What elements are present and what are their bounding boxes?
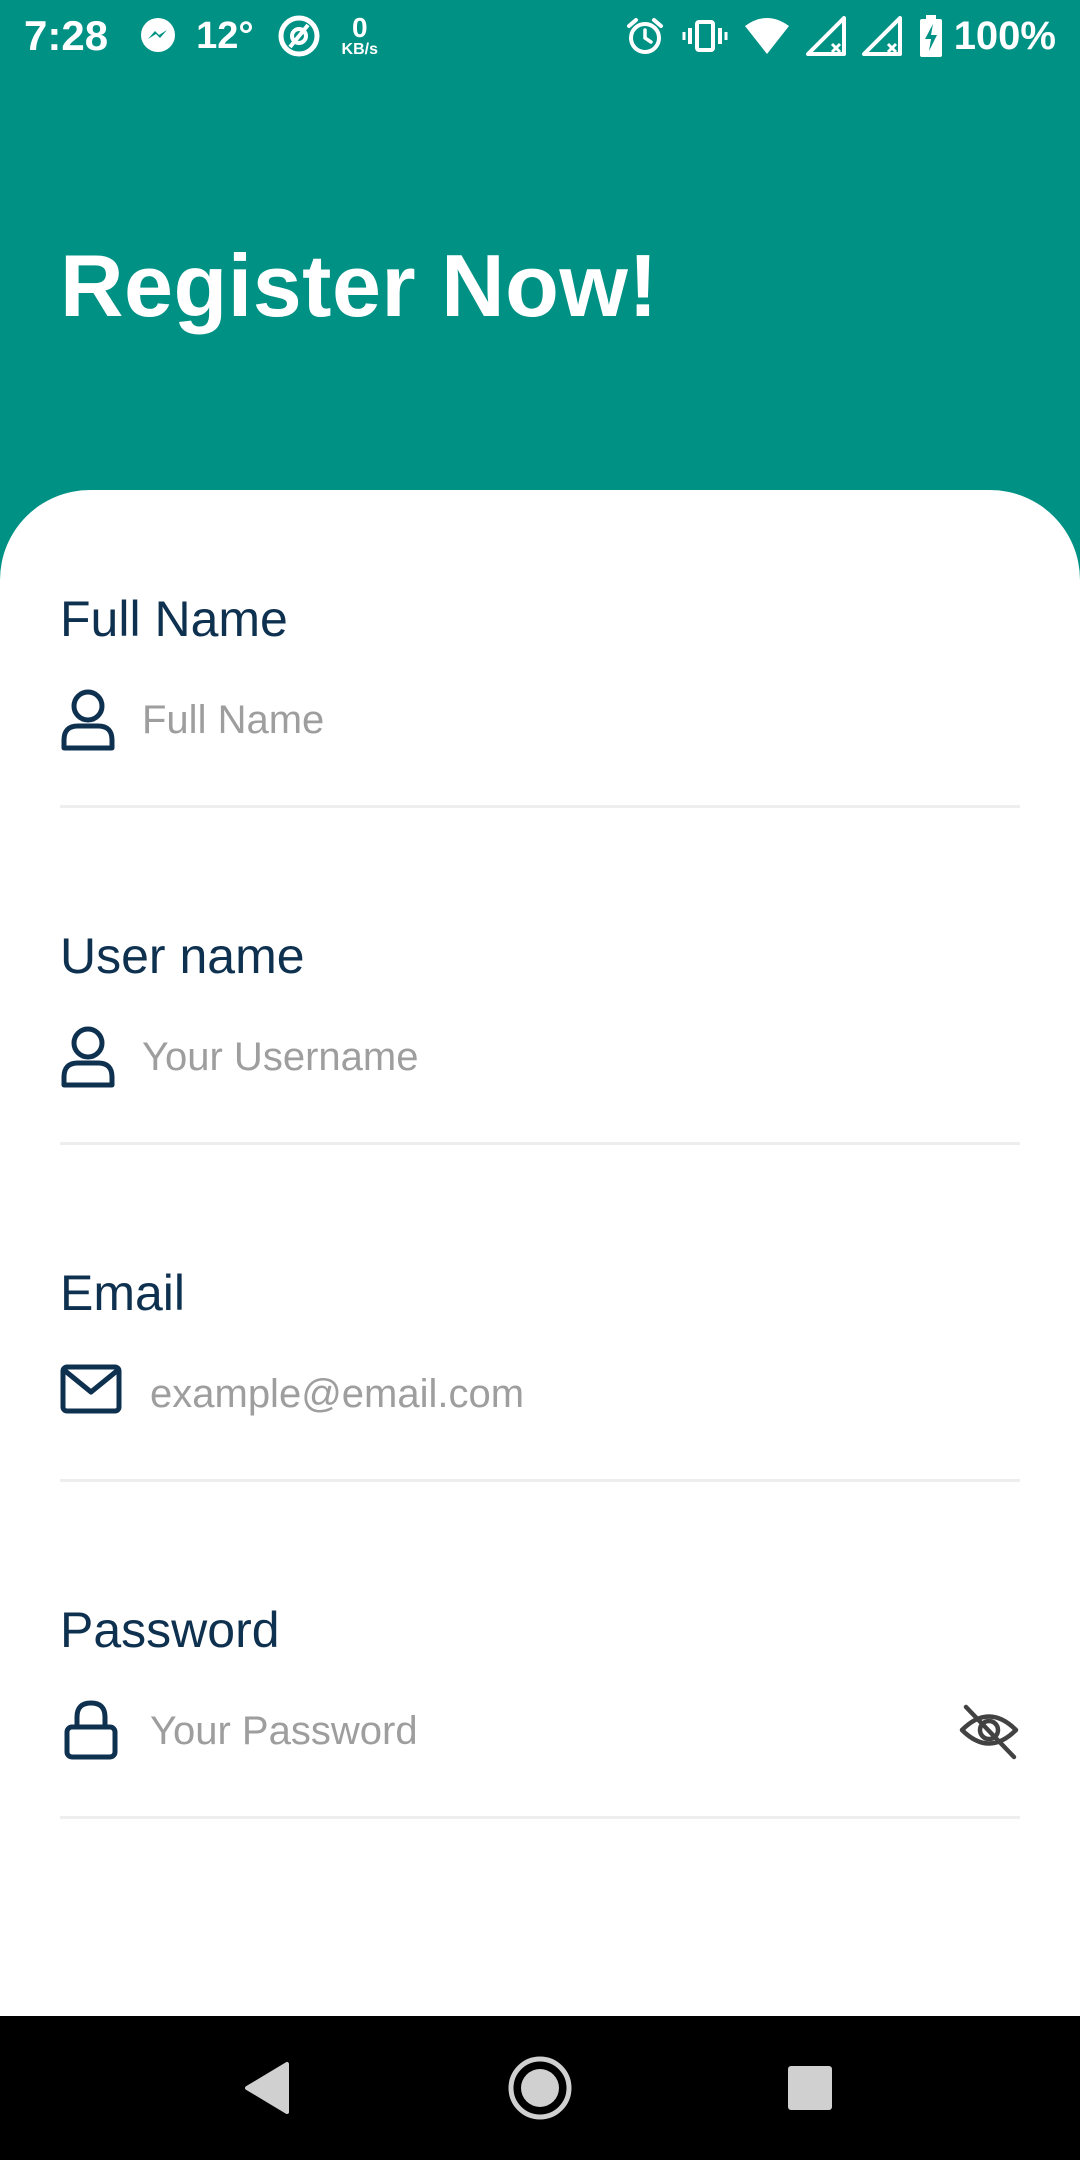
network-speed-unit: KB/s bbox=[341, 41, 378, 58]
data-saver-icon bbox=[276, 13, 322, 59]
username-divider bbox=[60, 1142, 1020, 1145]
full-name-row bbox=[60, 680, 1020, 760]
email-row bbox=[60, 1354, 1020, 1434]
recents-icon[interactable] bbox=[770, 2056, 850, 2120]
status-temperature: 12° bbox=[196, 14, 254, 57]
full-name-divider bbox=[60, 805, 1020, 808]
user-icon bbox=[60, 688, 116, 757]
mail-icon bbox=[60, 1364, 122, 1419]
signal-icon bbox=[861, 16, 902, 56]
vibrate-icon bbox=[682, 16, 728, 56]
home-icon[interactable] bbox=[500, 2056, 580, 2120]
full-name-label: Full Name bbox=[60, 591, 288, 647]
username-row bbox=[60, 1017, 1020, 1097]
back-icon[interactable] bbox=[228, 2056, 308, 2120]
password-label: Password bbox=[60, 1602, 280, 1658]
email-divider bbox=[60, 1479, 1020, 1482]
signal-icon bbox=[805, 16, 846, 56]
network-speed-value: 0 bbox=[351, 12, 368, 43]
password-divider bbox=[60, 1816, 1020, 1819]
eye-off-icon[interactable] bbox=[958, 1699, 1020, 1766]
battery-percentage: 100% bbox=[953, 13, 1056, 58]
battery-charging-icon bbox=[918, 14, 944, 58]
user-icon bbox=[60, 1025, 116, 1094]
status-time: 7:28 bbox=[24, 12, 109, 59]
messenger-icon bbox=[138, 16, 178, 56]
password-row bbox=[60, 1691, 1020, 1771]
username-label: User name bbox=[60, 928, 305, 984]
alarm-icon bbox=[624, 15, 666, 57]
username-input[interactable] bbox=[142, 1017, 902, 1097]
wifi-icon bbox=[744, 16, 790, 56]
full-name-input[interactable] bbox=[142, 680, 902, 760]
email-label: Email bbox=[60, 1265, 186, 1321]
page-title: Register Now! bbox=[60, 236, 659, 335]
password-input[interactable] bbox=[150, 1691, 890, 1771]
lock-icon bbox=[64, 1699, 118, 1766]
network-speed: 0 KB/s bbox=[342, 14, 378, 58]
email-input[interactable] bbox=[150, 1354, 910, 1434]
form-card: Full Name User name Email bbox=[0, 490, 1080, 2016]
status-bar: 7:28 12° 0 KB/s 100% bbox=[0, 0, 1080, 72]
navigation-bar bbox=[0, 2016, 1080, 2160]
